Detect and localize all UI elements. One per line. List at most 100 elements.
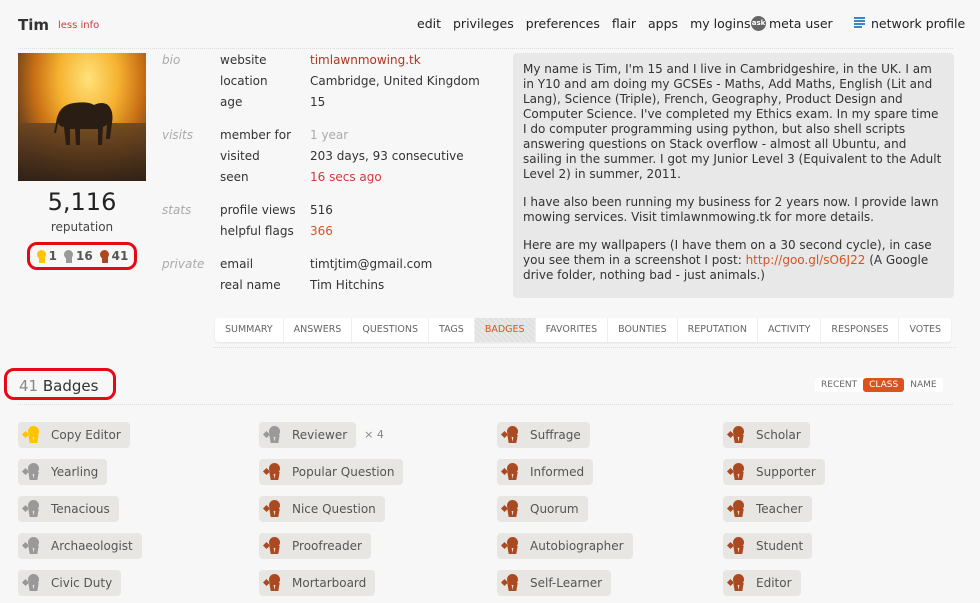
badge-reviewer[interactable]: Reviewer <box>259 422 357 448</box>
badge-student[interactable]: Student <box>723 533 813 559</box>
badge-popular-question[interactable]: Popular Question <box>259 459 404 485</box>
sort-recent[interactable]: RECENT <box>815 378 863 392</box>
tab-favorites[interactable]: FAVORITES <box>536 318 609 342</box>
nav-preferences[interactable]: preferences <box>526 16 600 31</box>
info-value-profile-views: 516 <box>310 203 333 217</box>
badge-multiplier: × 4 <box>364 428 384 441</box>
gold-badge-icon <box>34 249 47 263</box>
badge-informed[interactable]: Informed <box>497 459 594 485</box>
about-paragraph-3: Here are my wallpapers (I have them on a… <box>523 238 944 283</box>
less-info-link[interactable]: less info <box>58 20 99 31</box>
badge-row: Informed <box>497 459 633 496</box>
badge-scholar[interactable]: Scholar <box>723 422 810 448</box>
badge-row: Proofreader <box>259 533 403 570</box>
info-value-visited: 203 days, 93 consecutive <box>310 149 464 163</box>
network-profile-link[interactable]: network profile <box>854 16 965 31</box>
badge-mortarboard[interactable]: Mortarboard <box>259 570 376 596</box>
tab-tags[interactable]: TAGS <box>429 318 475 342</box>
badge-suffrage[interactable]: Suffrage <box>497 422 590 448</box>
info-key-helpful-flags: helpful flags <box>220 224 294 238</box>
info-key-website: website <box>220 53 267 67</box>
reputation-label: reputation <box>50 220 114 234</box>
badge-row: Popular Question <box>259 459 404 496</box>
badge-row: Self-Learner <box>497 570 633 603</box>
badge-count-summary[interactable]: 1 16 41 <box>27 242 137 270</box>
tab-badges[interactable]: BADGES <box>474 318 536 342</box>
info-category-bio: bio <box>162 53 181 67</box>
badge-name: Scholar <box>756 428 801 442</box>
tab-activity[interactable]: ACTIVITY <box>758 318 822 342</box>
bronze-badge-icon <box>262 463 284 481</box>
tab-bounties[interactable]: BOUNTIES <box>608 318 678 342</box>
stack-exchange-icon <box>854 16 865 31</box>
tabs-divider <box>213 347 956 348</box>
badge-row: Suffrage <box>497 422 633 459</box>
badge-autobiographer[interactable]: Autobiographer <box>497 533 633 559</box>
tab-summary[interactable]: SUMMARY <box>215 318 284 342</box>
info-value-real-name: Tim Hitchins <box>310 278 385 292</box>
bronze-badge-icon <box>262 574 284 592</box>
meta-user-label: meta user <box>769 16 833 31</box>
tab-votes[interactable]: VOTES <box>899 318 951 342</box>
badges-heading: 41 Badges <box>4 368 116 400</box>
badge-row: Reviewer × 4 <box>259 422 403 459</box>
badge-row: Civic Duty <box>18 570 142 603</box>
badge-row: Yearling <box>18 459 142 496</box>
nav-apps[interactable]: apps <box>648 16 678 31</box>
sort-name[interactable]: NAME <box>904 378 942 392</box>
wallpapers-link[interactable]: http://goo.gl/sO6J22 <box>746 253 866 267</box>
tab-questions[interactable]: QUESTIONS <box>352 318 430 342</box>
bronze-badge-count: 41 <box>111 249 129 263</box>
bronze-badge-icon <box>262 500 284 518</box>
nav-privileges[interactable]: privileges <box>453 16 514 31</box>
badge-quorum[interactable]: Quorum <box>497 496 588 522</box>
meta-user-link[interactable]: ask meta user <box>751 16 833 31</box>
gold-badge-icon <box>21 426 43 444</box>
nav-my-logins[interactable]: my logins <box>690 16 751 31</box>
helpful-flags-link[interactable]: 366 <box>310 224 333 238</box>
badge-nice-question[interactable]: Nice Question <box>259 496 385 522</box>
sort-class[interactable]: CLASS <box>863 378 905 392</box>
badges-count: 41 <box>19 377 39 395</box>
badge-row: Student <box>723 533 825 570</box>
bronze-badge-icon <box>500 500 522 518</box>
tab-reputation[interactable]: REPUTATION <box>678 318 758 342</box>
bronze-badge-icon <box>726 537 748 555</box>
badge-copy-editor[interactable]: Copy Editor <box>18 422 130 448</box>
badge-name: Archaeologist <box>51 539 133 553</box>
badge-name: Yearling <box>51 465 99 479</box>
tab-answers[interactable]: ANSWERS <box>284 318 353 342</box>
badge-column-2: Reviewer × 4 Popular Question Nice Question… <box>259 422 404 603</box>
silver-badge-icon <box>21 500 43 518</box>
badge-civic-duty[interactable]: Civic Duty <box>18 570 122 596</box>
gold-badge-count: 1 <box>48 249 57 263</box>
avatar[interactable] <box>18 53 146 181</box>
badge-name: Suffrage <box>530 428 581 442</box>
badge-name: Tenacious <box>51 502 110 516</box>
info-key-real-name: real name <box>220 278 281 292</box>
silver-badge-icon <box>61 249 74 263</box>
badge-name: Editor <box>756 576 792 590</box>
badge-name: Informed <box>530 465 585 479</box>
badge-name: Nice Question <box>292 502 376 516</box>
info-category-visits: visits <box>162 128 193 142</box>
bronze-badge-icon <box>500 574 522 592</box>
badge-tenacious[interactable]: Tenacious <box>18 496 119 522</box>
tab-responses[interactable]: RESPONSES <box>821 318 900 342</box>
badge-name: Quorum <box>530 502 579 516</box>
nav-edit[interactable]: edit <box>417 16 441 31</box>
website-link[interactable]: timlawnmowing.tk <box>310 53 421 67</box>
badge-editor[interactable]: Editor <box>723 570 801 596</box>
badge-yearling[interactable]: Yearling <box>18 459 108 485</box>
badge-proofreader[interactable]: Proofreader <box>259 533 371 559</box>
badge-archaeologist[interactable]: Archaeologist <box>18 533 142 559</box>
badge-teacher[interactable]: Teacher <box>723 496 812 522</box>
header-divider <box>18 48 953 49</box>
badge-self-learner[interactable]: Self-Learner <box>497 570 612 596</box>
silver-badge-icon <box>21 463 43 481</box>
nav-flair[interactable]: flair <box>612 16 636 31</box>
badge-supporter[interactable]: Supporter <box>723 459 825 485</box>
user-profile-page: Tim less info edit privileges preference… <box>0 0 980 603</box>
elephant-silhouette-icon <box>54 102 113 145</box>
badge-row: Nice Question <box>259 496 403 533</box>
